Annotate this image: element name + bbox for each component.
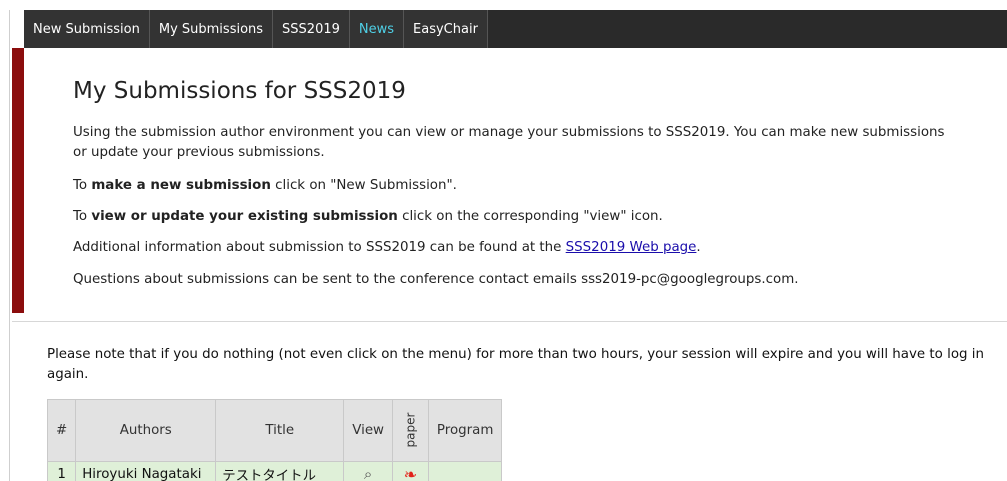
- p2-prefix: To: [73, 178, 92, 193]
- col-paper-label: paper: [403, 412, 418, 448]
- p2-suffix: click on "New Submission".: [270, 178, 457, 193]
- row-title: テストタイトル: [215, 461, 345, 481]
- submissions-table: # Authors Title View paper Program 1 Hir…: [46, 399, 503, 481]
- row-paper: ❧: [392, 461, 429, 481]
- info-box-divider: [12, 321, 1007, 322]
- col-program: Program: [427, 399, 503, 462]
- info-paragraph-1b: or update your previous submissions.: [73, 145, 325, 160]
- magnifier-icon[interactable]: ⌕: [364, 465, 372, 481]
- p3-prefix: To: [73, 209, 92, 224]
- table-header-row: # Authors Title View paper Program: [46, 399, 503, 462]
- info-paragraph-5: Questions about submissions can be sent …: [73, 272, 799, 287]
- page-title: My Submissions for SSS2019: [73, 78, 406, 104]
- menu-sss2019[interactable]: SSS2019: [273, 10, 350, 48]
- menu-my-submissions[interactable]: My Submissions: [150, 10, 274, 48]
- row-program: [427, 461, 503, 481]
- info-paragraph-1a: Using the submission author environment …: [73, 125, 945, 140]
- sss2019-web-page-link[interactable]: SSS2019 Web page: [566, 240, 697, 255]
- top-strip: [0, 0, 1007, 10]
- table-row: 1 Hiroyuki Nagataki テストタイトル ⌕ ❧: [46, 461, 503, 481]
- p4-prefix: Additional information about submission …: [73, 240, 566, 255]
- p3-bold: view or update your existing submission: [91, 209, 398, 224]
- row-view: ⌕: [343, 461, 394, 481]
- menubar-filler: [487, 10, 1007, 48]
- p4-suffix: .: [696, 240, 701, 255]
- col-authors: Authors: [75, 399, 217, 462]
- row-authors: Hiroyuki Nagataki: [75, 461, 217, 481]
- p2-bold: make a new submission: [91, 178, 271, 193]
- info-paragraph-4: Additional information about submission …: [73, 238, 701, 258]
- pdf-icon[interactable]: ❧: [404, 465, 417, 481]
- left-edge: [0, 10, 10, 481]
- info-paragraph-2: To make a new submission click on "New S…: [73, 176, 457, 196]
- session-expire-note: Please note that if you do nothing (not …: [47, 347, 984, 382]
- col-view: View: [343, 399, 394, 462]
- col-paper: paper: [392, 399, 429, 462]
- col-title: Title: [215, 399, 345, 462]
- info-paragraph-3: To view or update your existing submissi…: [73, 207, 663, 227]
- menu-news[interactable]: News: [350, 10, 405, 48]
- p3-suffix: click on the corresponding "view" icon.: [397, 209, 663, 224]
- row-number: 1: [46, 461, 77, 481]
- main-menubar: New Submission My Submissions SSS2019 Ne…: [24, 10, 1007, 48]
- menu-new-submission[interactable]: New Submission: [24, 10, 150, 48]
- col-number: #: [46, 399, 77, 462]
- page: New Submission My Submissions SSS2019 Ne…: [0, 0, 1007, 481]
- menu-easychair[interactable]: EasyChair: [404, 10, 488, 48]
